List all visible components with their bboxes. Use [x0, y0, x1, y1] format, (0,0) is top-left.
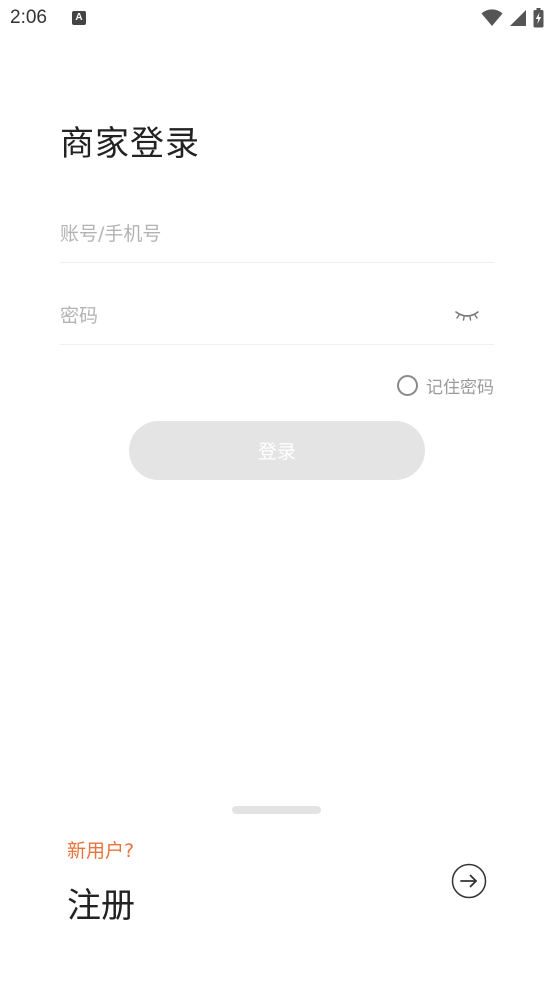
password-field — [60, 292, 494, 345]
remember-radio[interactable] — [397, 375, 418, 396]
account-input[interactable] — [60, 216, 440, 252]
page-title: 商家登录 — [60, 124, 200, 164]
new-user-prompt: 新用户? — [67, 840, 135, 862]
account-field — [60, 210, 494, 263]
wifi-icon — [481, 9, 503, 26]
signal-icon — [510, 10, 526, 26]
eye-closed-icon[interactable] — [454, 306, 480, 324]
register-title[interactable]: 注册 — [67, 878, 135, 927]
remember-label: 记住密码 — [426, 378, 494, 398]
password-input[interactable] — [60, 298, 440, 334]
status-time: 2:06 — [10, 7, 47, 28]
notification-a-icon: A — [72, 11, 86, 25]
sheet-handle[interactable] — [232, 806, 321, 814]
battery-charging-icon — [533, 8, 544, 28]
remember-password-toggle[interactable]: 记住密码 — [397, 373, 494, 398]
status-bar: 2:06 A — [0, 0, 554, 38]
arrow-right-circle-icon[interactable] — [451, 863, 487, 899]
login-button[interactable]: 登录 — [129, 421, 425, 480]
status-icons — [481, 8, 544, 28]
